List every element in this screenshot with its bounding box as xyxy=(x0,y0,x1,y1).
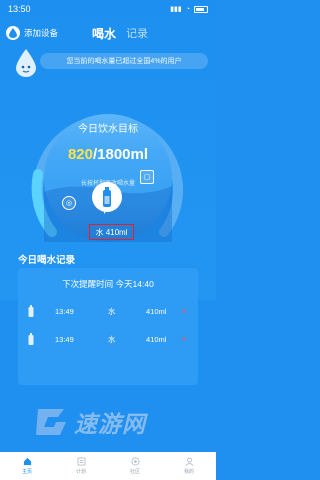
record-row: 13:49 水 410ml × xyxy=(18,332,198,346)
profile-icon xyxy=(185,457,193,466)
record-amount: 410ml xyxy=(146,306,167,316)
plan-icon xyxy=(76,457,86,466)
community-icon xyxy=(130,457,140,466)
record-time: 13:49 xyxy=(55,334,74,344)
tab-drink[interactable]: 喝水 xyxy=(92,25,116,42)
tab-record[interactable]: 记录 xyxy=(126,25,148,41)
bottle-icon xyxy=(28,305,34,317)
record-row: 13:49 水 410ml × xyxy=(18,304,198,318)
wifi-icon: ◔ xyxy=(185,5,190,13)
nav-plan[interactable]: 计划 xyxy=(61,457,101,475)
ranking-notice: 您当前的喝水量已超过全国4%的用户 xyxy=(40,53,208,69)
goal-title: 今日饮水目标 xyxy=(78,124,138,135)
add-device-button[interactable]: 添加设备 xyxy=(24,27,58,39)
signal-icon: ▮▮▮ xyxy=(170,6,182,13)
goal-total: /1800ml xyxy=(92,146,149,163)
record-time: 13:49 xyxy=(55,306,74,316)
status-time: 13:50 xyxy=(8,4,31,14)
nav-home[interactable]: 主页 xyxy=(7,457,47,475)
goal-value: 820/1800ml xyxy=(0,146,216,163)
add-intake-icon[interactable]: ◎ xyxy=(62,196,76,210)
watermark: 速游网 xyxy=(34,402,194,442)
delete-record-icon[interactable]: × xyxy=(181,334,186,344)
records-card: 下次提醒时间 今天14:40 13:49 水 410ml × 13:49 水 4… xyxy=(18,268,198,385)
status-icons: ▮▮▮ ◔ xyxy=(170,5,208,13)
current-intake: 820 xyxy=(67,146,93,163)
nav-label: 计划 xyxy=(75,469,86,475)
cup-settings-icon[interactable]: ▢ xyxy=(140,170,154,184)
nav-label: 社区 xyxy=(129,469,140,475)
bottom-nav: 主页 计划 社区 我的 xyxy=(0,452,216,480)
record-amount: 410ml xyxy=(146,334,167,344)
water-bottle-icon xyxy=(103,187,111,207)
next-reminder: 下次提醒时间 今天14:40 xyxy=(62,279,154,289)
header: 添加设备 喝水 记录 xyxy=(0,22,216,44)
watermark-text: 速游网 xyxy=(74,411,146,437)
nav-label: 我的 xyxy=(183,469,194,475)
nav-label: 主页 xyxy=(21,469,32,475)
delete-record-icon[interactable]: × xyxy=(181,306,186,316)
status-bar: 13:50 ▮▮▮ ◔ xyxy=(0,0,216,18)
bottle-icon xyxy=(28,333,34,345)
watermark-logo-icon xyxy=(36,409,66,435)
top-tabs: 喝水 记录 xyxy=(92,22,148,44)
battery-icon xyxy=(194,5,208,13)
record-type: 水 xyxy=(108,306,116,316)
nav-community[interactable]: 社区 xyxy=(115,457,155,475)
add-device-icon[interactable] xyxy=(6,26,20,40)
drink-amount-label[interactable]: 水 410ml xyxy=(89,224,134,240)
plus-icon[interactable]: + xyxy=(102,206,107,216)
record-type: 水 xyxy=(108,334,116,344)
home-icon xyxy=(23,457,31,466)
nav-profile[interactable]: 我的 xyxy=(169,457,209,475)
records-title: 今日喝水记录 xyxy=(18,255,76,266)
water-drop-mascot-icon xyxy=(16,49,36,77)
